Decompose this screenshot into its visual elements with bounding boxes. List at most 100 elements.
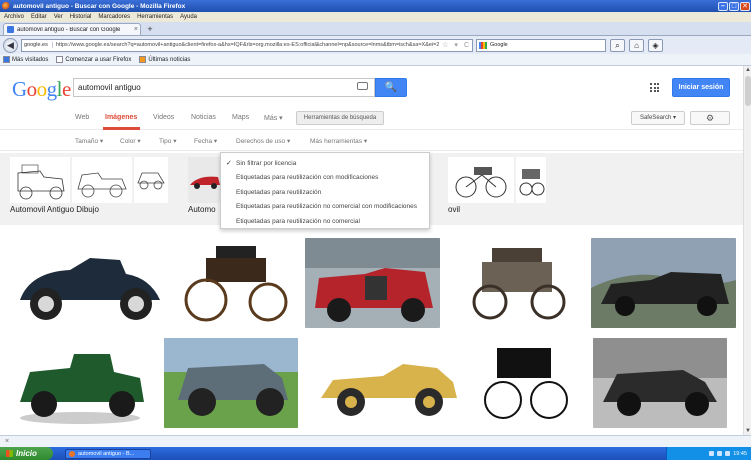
- tab-images[interactable]: Imágenes: [105, 114, 137, 121]
- system-tray: 19:45: [666, 447, 751, 460]
- url-bar[interactable]: google.es https://www.google.es/search?q…: [21, 38, 473, 52]
- tab-close-icon[interactable]: ×: [134, 26, 138, 33]
- tray-icon[interactable]: [717, 451, 723, 456]
- logo-letter: o: [26, 77, 38, 101]
- browser-search-box[interactable]: Google: [476, 38, 606, 52]
- menu-ver[interactable]: Ver: [54, 14, 63, 20]
- close-bar-icon[interactable]: ×: [5, 438, 9, 445]
- tray-icon[interactable]: [709, 451, 715, 456]
- logo-letter: e: [62, 77, 71, 101]
- firefox-icon: [69, 450, 75, 457]
- benz-car-thumbnail: [516, 157, 546, 203]
- menu-ayuda[interactable]: Ayuda: [180, 14, 197, 20]
- logo-letter: G: [12, 77, 27, 101]
- tool-type[interactable]: Tipo ▾: [159, 137, 176, 145]
- magnifier-icon[interactable]: ⌕: [610, 38, 625, 52]
- bookmark-noticias[interactable]: Últimas noticias: [139, 56, 190, 63]
- sketch-car-thumbnail: [72, 157, 132, 203]
- scroll-up-icon[interactable]: ▲: [744, 66, 751, 74]
- back-button[interactable]: ◀: [3, 37, 18, 53]
- google-nav-tabs: Web Imágenes Videos Noticias Maps Más ▾ …: [0, 106, 743, 130]
- dropdown-item-noncommercial[interactable]: Etiquetadas para reutilización no comerc…: [221, 214, 429, 229]
- menu-marcadores[interactable]: Marcadores: [98, 14, 130, 20]
- maximize-button[interactable]: □: [729, 1, 739, 11]
- addon-icon[interactable]: ◈: [648, 38, 663, 52]
- image-result-grey-car[interactable]: [164, 338, 298, 428]
- close-window-button[interactable]: ✕: [740, 1, 750, 11]
- image-result-yellow-car[interactable]: [313, 338, 463, 428]
- navigation-bar: ◀ google.es https://www.google.es/search…: [0, 36, 751, 54]
- active-tab-indicator: [103, 127, 140, 130]
- sketch-car-thumbnail: [134, 157, 168, 203]
- dropdown-arrow-icon[interactable]: ▾: [454, 41, 458, 49]
- related-label[interactable]: ovil: [448, 205, 460, 214]
- google-logo[interactable]: Google: [12, 77, 71, 102]
- related-card[interactable]: Automovil Antiguo Dibujo: [10, 157, 170, 217]
- tab-bar: automovil antiguo - Buscar con Google × …: [0, 22, 751, 36]
- tool-usage-rights[interactable]: Derechos de uso ▾: [236, 137, 290, 145]
- image-result-buggy[interactable]: [473, 338, 577, 428]
- menu-archivo[interactable]: Archivo: [4, 14, 24, 20]
- tab-web[interactable]: Web: [75, 114, 89, 121]
- dropdown-item-noncommercial-modify[interactable]: Etiquetadas para reutilización no comerc…: [221, 200, 429, 215]
- dropdown-item-no-filter[interactable]: ✓ Sin filtrar por licencia: [221, 156, 429, 171]
- google-engine-icon[interactable]: [479, 41, 487, 49]
- menu-editar[interactable]: Editar: [31, 14, 47, 20]
- image-result-black-roadster[interactable]: [10, 238, 167, 328]
- window-titlebar: automovil antiguo - Buscar con Google - …: [0, 0, 751, 12]
- start-label: Inicio: [16, 449, 37, 458]
- page-scrollbar[interactable]: ▲ ▼: [743, 66, 751, 435]
- related-label[interactable]: Automo: [188, 205, 216, 214]
- bookmark-comenzar[interactable]: Comenzar a usar Firefox: [56, 56, 131, 63]
- tray-icon[interactable]: [725, 451, 731, 456]
- start-button[interactable]: Inicio: [0, 447, 53, 460]
- settings-gear-icon[interactable]: ⚙: [690, 111, 730, 125]
- tab-videos[interactable]: Videos: [153, 114, 174, 121]
- bookmarks-toolbar: Más visitados Comenzar a usar Firefox Úl…: [0, 54, 751, 66]
- home-icon[interactable]: ⌂: [629, 38, 644, 52]
- tool-size[interactable]: Tamaño ▾: [75, 137, 103, 145]
- safesearch-button[interactable]: SafeSearch ▾: [631, 111, 685, 125]
- image-result-green-car[interactable]: [10, 338, 150, 428]
- related-card[interactable]: Automo: [188, 157, 224, 217]
- search-tools-button[interactable]: Herramientas de búsqueda: [296, 111, 384, 125]
- scroll-down-icon[interactable]: ▼: [744, 427, 751, 435]
- image-result-red-car[interactable]: [305, 238, 440, 328]
- url-text[interactable]: https://www.google.es/search?q=automovil…: [56, 42, 439, 48]
- tab-google-search[interactable]: automovil antiguo - Buscar con Google ×: [3, 23, 141, 35]
- dropdown-item-reuse-modify[interactable]: Etiquetadas para reutilización con modif…: [221, 171, 429, 186]
- site-identity[interactable]: google.es: [24, 42, 53, 48]
- new-tab-button[interactable]: +: [144, 24, 156, 35]
- camera-icon[interactable]: [357, 82, 368, 90]
- signin-button[interactable]: Iniciar sesión: [672, 78, 730, 97]
- tool-more[interactable]: Más herramientas ▾: [310, 137, 367, 145]
- bottom-bar: ×: [0, 435, 751, 447]
- menu-historial[interactable]: Historial: [70, 14, 92, 20]
- image-result-limousine[interactable]: [591, 238, 736, 328]
- search-input[interactable]: automovil antiguo: [73, 78, 375, 97]
- bookmark-star-icon[interactable]: ☆: [442, 41, 448, 49]
- image-result-bw-car[interactable]: [593, 338, 727, 428]
- tool-date[interactable]: Fecha ▾: [194, 137, 217, 145]
- menu-bar: Archivo Editar Ver Historial Marcadores …: [0, 12, 751, 22]
- search-button[interactable]: 🔍: [375, 78, 407, 97]
- tab-more[interactable]: Más ▾: [264, 114, 283, 122]
- tool-color[interactable]: Color ▾: [120, 137, 141, 145]
- image-result-carriage[interactable]: [176, 238, 297, 328]
- taskbar-firefox-item[interactable]: automovil antiguo - B...: [65, 448, 151, 459]
- apps-grid-icon[interactable]: [650, 83, 659, 92]
- dropdown-item-reuse[interactable]: Etiquetadas para reutilización: [221, 185, 429, 200]
- bookmark-mas-visitados[interactable]: Más visitados: [3, 56, 48, 63]
- scroll-thumb[interactable]: [745, 76, 751, 106]
- related-thumbnails: [10, 157, 168, 203]
- tab-maps[interactable]: Maps: [232, 114, 249, 121]
- minimize-button[interactable]: –: [718, 1, 728, 11]
- related-label[interactable]: Automovil Antiguo Dibujo: [10, 205, 99, 214]
- tab-news[interactable]: Noticias: [191, 114, 216, 121]
- task-label: automovil antiguo - B...: [78, 450, 135, 457]
- menu-herramientas[interactable]: Herramientas: [137, 14, 173, 20]
- related-thumbnails: [188, 157, 222, 203]
- image-result-steam-car[interactable]: [452, 238, 582, 328]
- reload-icon[interactable]: C: [464, 42, 469, 49]
- related-card[interactable]: ovil: [448, 157, 548, 217]
